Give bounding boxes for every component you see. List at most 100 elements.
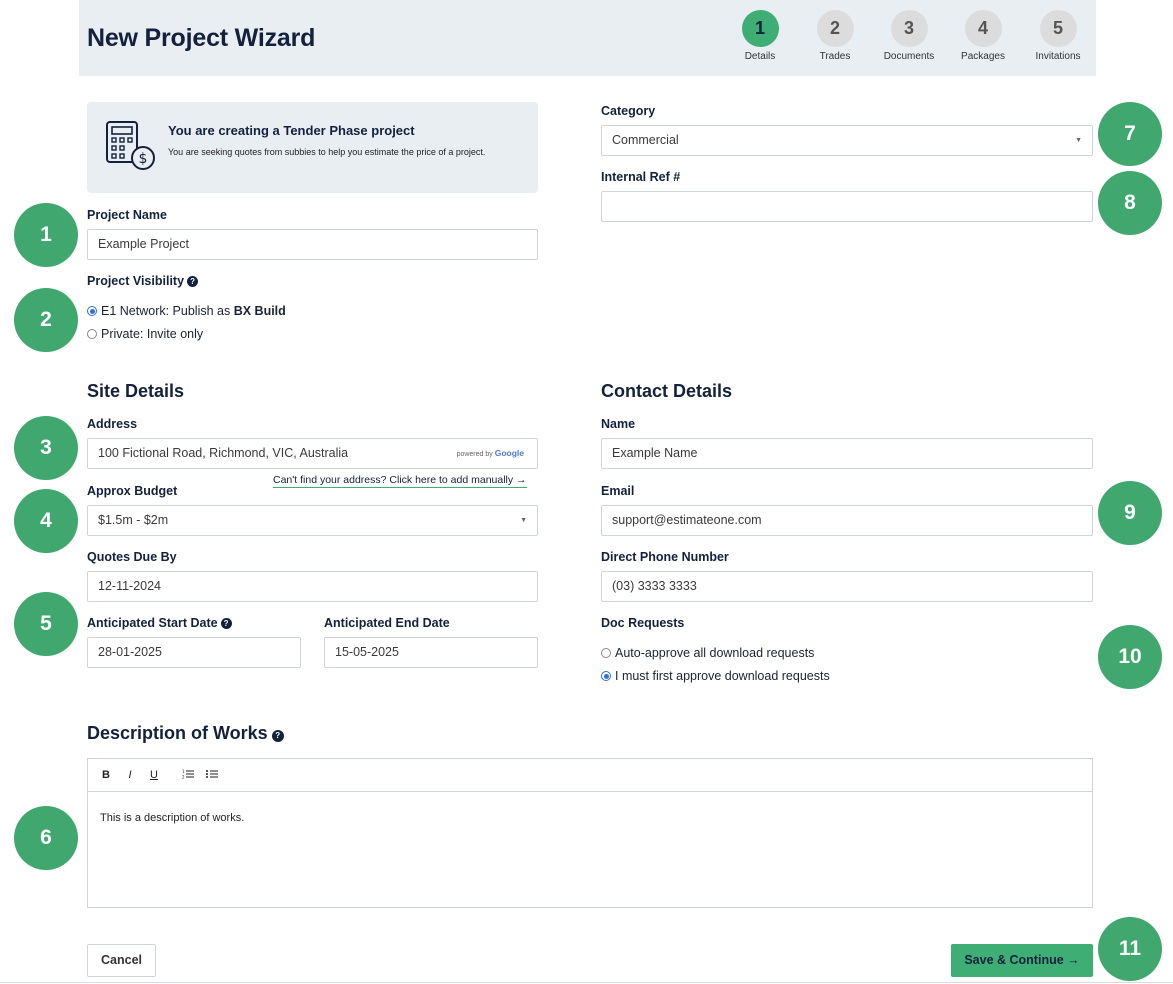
category-select[interactable]: Commercial ▼ [601, 125, 1093, 156]
end-date-label: Anticipated End Date [324, 616, 450, 630]
callout-badge: 8 [1098, 171, 1162, 235]
description-editor[interactable]: B I U 12 This is a description of works. [87, 758, 1093, 908]
phone-input[interactable]: (03) 3333 3333 [601, 571, 1093, 602]
powered-by-text: powered by [456, 451, 493, 458]
callout-badge: 6 [14, 806, 78, 870]
callout-badge: 5 [14, 592, 78, 656]
contact-details-title: Contact Details [601, 381, 733, 401]
help-icon[interactable]: ? [187, 276, 199, 287]
editor-content[interactable]: This is a description of works. [88, 792, 1092, 844]
bold-icon[interactable]: B [100, 769, 112, 781]
callout-badge: 10 [1098, 625, 1162, 689]
callout-badge: 7 [1098, 102, 1162, 166]
quotes-due-input[interactable]: 12-11-2024 [87, 571, 538, 602]
step-number: 4 [964, 10, 1002, 47]
project-name-input[interactable]: Example Project [87, 229, 538, 260]
visibility-option-private[interactable]: Private: Invite only [87, 327, 203, 341]
email-label: Email [601, 484, 635, 498]
project-visibility-text: Project Visibility [87, 274, 185, 288]
callout-badge: 9 [1098, 481, 1162, 545]
help-icon[interactable]: ? [220, 618, 232, 629]
step-number: 5 [1039, 10, 1077, 47]
category-label: Category [601, 104, 656, 118]
step-label: Documents [883, 51, 935, 62]
callout-badge: 3 [14, 416, 78, 480]
cancel-button[interactable]: Cancel [87, 944, 156, 977]
email-value: support@estimateone.com [612, 513, 762, 527]
doc-requests-label: Doc Requests [601, 616, 685, 630]
start-date-value: 28-01-2025 [98, 645, 162, 659]
step-label: Details [744, 51, 776, 62]
bullet-list-icon[interactable] [206, 769, 218, 782]
step-details[interactable]: 1 Details [725, 10, 795, 62]
description-title: Description of Works? [87, 723, 284, 744]
project-visibility-label: Project Visibility? [87, 274, 199, 288]
add-address-manually-link[interactable]: Can't find your address? Click here to a… [273, 474, 527, 488]
callout-badge: 2 [14, 288, 78, 352]
doc-option-manual-approve[interactable]: I must first approve download requests [601, 669, 830, 683]
step-documents[interactable]: 3 Documents [874, 10, 944, 62]
google-logo-text: Google [494, 448, 524, 458]
address-label: Address [87, 417, 138, 431]
step-label: Trades [819, 51, 851, 62]
start-date-text: Anticipated Start Date [87, 616, 218, 630]
quotes-due-value: 12-11-2024 [98, 579, 162, 593]
email-input[interactable]: support@estimateone.com [601, 505, 1093, 536]
step-invitations[interactable]: 5 Invitations [1023, 10, 1093, 62]
contact-name-label: Name [601, 417, 636, 431]
visibility-option-network-text: E1 Network: Publish as [101, 304, 234, 318]
radio-unchecked-icon[interactable] [601, 648, 611, 658]
category-value: Commercial [612, 133, 679, 147]
step-label: Packages [961, 51, 1005, 62]
editor-toolbar: B I U 12 [88, 759, 1092, 792]
contact-name-input[interactable]: Example Name [601, 438, 1093, 469]
callout-badge: 11 [1098, 917, 1162, 981]
underline-icon[interactable]: U [148, 769, 160, 781]
radio-unchecked-icon[interactable] [87, 329, 97, 339]
step-label: Invitations [1035, 51, 1081, 62]
svg-text:2: 2 [182, 774, 185, 779]
visibility-option-network[interactable]: E1 Network: Publish as BX Build [87, 304, 286, 318]
help-icon[interactable]: ? [271, 730, 284, 742]
radio-checked-icon[interactable] [601, 671, 611, 681]
step-packages[interactable]: 4 Packages [948, 10, 1018, 62]
info-title: You are creating a Tender Phase project [168, 123, 415, 138]
svg-text:1: 1 [182, 769, 185, 774]
radio-checked-icon[interactable] [87, 306, 97, 316]
budget-select[interactable]: $1.5m - $2m ▼ [87, 505, 538, 536]
budget-label: Approx Budget [87, 484, 178, 498]
contact-name-placeholder: Example Name [612, 446, 698, 460]
description-title-text: Description of Works [87, 723, 268, 743]
doc-option-auto-approve-text: Auto-approve all download requests [615, 646, 815, 660]
powered-by-google: powered by Google [456, 439, 524, 468]
project-name-value: Example Project [98, 237, 190, 251]
budget-value: $1.5m - $2m [98, 513, 169, 527]
page-title: New Project Wizard [87, 24, 316, 52]
caret-down-icon: ▼ [520, 517, 527, 524]
phone-value: (03) 3333 3333 [612, 579, 697, 593]
step-trades[interactable]: 2 Trades [800, 10, 870, 62]
callout-badge: 4 [14, 489, 78, 553]
address-input[interactable]: 100 Fictional Road, Richmond, VIC, Austr… [87, 438, 538, 469]
start-date-input[interactable]: 28-01-2025 [87, 637, 301, 668]
internal-ref-input[interactable] [601, 191, 1093, 222]
callout-badge: 1 [14, 203, 78, 267]
internal-ref-label: Internal Ref # [601, 170, 681, 184]
site-details-title: Site Details [87, 381, 185, 401]
end-date-input[interactable]: 15-05-2025 [324, 637, 538, 668]
step-number: 3 [890, 10, 928, 47]
start-date-label: Anticipated Start Date? [87, 616, 232, 630]
ordered-list-icon[interactable]: 12 [182, 769, 194, 782]
end-date-value: 15-05-2025 [335, 645, 399, 659]
quotes-due-label: Quotes Due By [87, 550, 177, 564]
doc-option-auto-approve[interactable]: Auto-approve all download requests [601, 646, 814, 660]
wizard-header: New Project Wizard 1 Details 2 Trades 3 … [79, 0, 1096, 76]
doc-option-manual-approve-text: I must first approve download requests [615, 669, 830, 683]
project-name-label: Project Name [87, 208, 167, 222]
visibility-option-private-text: Private: Invite only [101, 327, 204, 341]
italic-icon[interactable]: I [124, 769, 136, 781]
phone-label: Direct Phone Number [601, 550, 729, 564]
save-continue-button[interactable]: Save & Continue → [951, 944, 1093, 977]
divider [0, 982, 1173, 983]
step-number: 1 [741, 10, 779, 47]
